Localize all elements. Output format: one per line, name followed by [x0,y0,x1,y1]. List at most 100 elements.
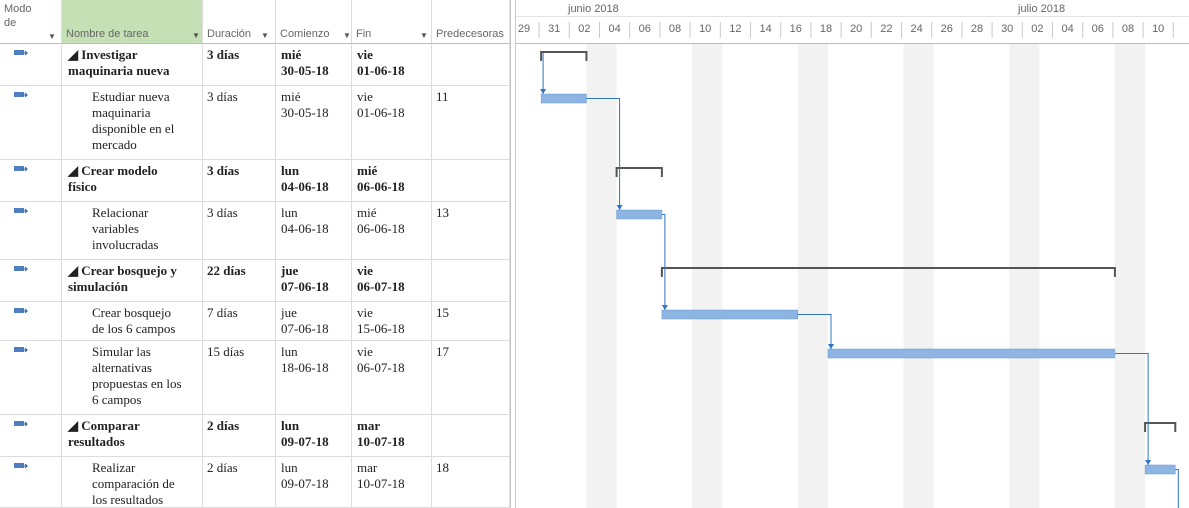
task-bar [616,209,663,220]
cell-mode[interactable] [0,86,62,159]
task-row[interactable]: Estudiar nueva maquinaria disponible en el… [0,86,510,160]
weekend-shade [1009,44,1040,508]
cell-finish[interactable]: vie 01-06-18 [352,44,432,85]
column-header-name[interactable]: Nombre de tarea ▼ [62,0,203,44]
cell-text: 11 [436,89,449,104]
cell-finish[interactable]: mié 06-06-18 [352,202,432,259]
task-row[interactable]: ◢ Investigar maquinaria nueva 3 días mié 30-… [0,44,510,86]
cell-finish[interactable]: vie 15-06-18 [352,302,432,340]
auto-schedule-icon [14,50,28,56]
cell-text: simulación [68,279,128,294]
cell-mode[interactable] [0,302,62,340]
cell-mode[interactable] [0,415,62,456]
cell-predecessors[interactable]: 18 [432,457,510,507]
cell-predecessors[interactable] [432,415,510,456]
task-row[interactable]: Relacionar variables involucradas 3 días lun… [0,202,510,260]
cell-finish[interactable]: vie 01-06-18 [352,86,432,159]
cell-name[interactable]: ◢ Comparar resultados [62,415,203,456]
cell-text: 30-05-18 [281,105,329,120]
cell-name[interactable]: Simular las alternativas propuestas en los… [62,341,203,414]
column-header-predecessors[interactable]: Predecesoras [432,0,510,44]
cell-finish[interactable]: vie 06-07-18 [352,260,432,301]
cell-duration[interactable]: 3 días [203,44,276,85]
cell-duration[interactable]: 22 días [203,260,276,301]
cell-start[interactable]: lun 09-07-18 [276,415,352,456]
task-row[interactable]: Realizar comparación de los resultados 2 dí… [0,457,510,508]
cell-text: lun [281,460,298,475]
filter-dropdown-icon[interactable]: ▼ [48,32,56,41]
cell-predecessors[interactable]: 15 [432,302,510,340]
column-header-label: de [4,17,17,29]
task-row[interactable]: Crear bosquejo de los 6 campos 7 días jue 07… [0,302,510,341]
cell-name[interactable]: Crear bosquejo de los 6 campos [62,302,203,340]
cell-text: mié [281,47,302,62]
task-row[interactable]: Simular las alternativas propuestas en los… [0,341,510,415]
column-header-mode[interactable]: Modo de ▼ [0,0,62,44]
task-row[interactable]: ◢ Comparar resultados 2 días lun 09-07-18 mar… [0,415,510,457]
cell-name[interactable]: Relacionar variables involucradas [62,202,203,259]
filter-dropdown-icon[interactable]: ▼ [420,31,428,40]
task-row[interactable]: ◢ Crear bosquejo y simulación 22 días jue 07… [0,260,510,302]
cell-text: lun [281,418,300,433]
weekend-shade [692,44,723,508]
cell-start[interactable]: jue 07-06-18 [276,302,352,340]
cell-duration[interactable]: 3 días [203,160,276,201]
cell-duration[interactable]: 3 días [203,86,276,159]
cell-name[interactable]: Realizar comparación de los resultados [62,457,203,507]
cell-name[interactable]: ◢ Crear modelo físico [62,160,203,201]
cell-start[interactable]: jue 07-06-18 [276,260,352,301]
cell-text: propuestas en los [92,376,182,391]
cell-predecessors[interactable] [432,44,510,85]
cell-text: 06-07-18 [357,279,405,294]
cell-predecessors[interactable] [432,260,510,301]
cell-duration[interactable]: 15 días [203,341,276,414]
cell-name[interactable]: Estudiar nueva maquinaria disponible en el… [62,86,203,159]
cell-duration[interactable]: 3 días [203,202,276,259]
cell-start[interactable]: lun 09-07-18 [276,457,352,507]
cell-start[interactable]: mié 30-05-18 [276,86,352,159]
task-row[interactable]: ◢ Crear modelo físico 3 días lun 04-06-18 mié… [0,160,510,202]
cell-text: 2 días [207,418,240,433]
filter-dropdown-icon[interactable]: ▼ [261,31,269,40]
filter-dropdown-icon[interactable]: ▼ [343,31,351,40]
cell-duration[interactable]: 2 días [203,415,276,456]
filter-dropdown-icon[interactable]: ▼ [192,31,200,40]
cell-predecessors[interactable]: 11 [432,86,510,159]
column-header-finish[interactable]: Fin ▼ [352,0,432,44]
cell-duration[interactable]: 7 días [203,302,276,340]
cell-name[interactable]: ◢ Investigar maquinaria nueva [62,44,203,85]
cell-text: 09-07-18 [281,434,329,449]
cell-mode[interactable] [0,160,62,201]
cell-mode[interactable] [0,202,62,259]
day-tick-label: 08 [669,23,681,35]
cell-duration[interactable]: 2 días [203,457,276,507]
column-header-start[interactable]: Comienzo ▼ [276,0,352,44]
cell-predecessors[interactable]: 17 [432,341,510,414]
dependency-link [661,214,666,310]
cell-finish[interactable]: mar 10-07-18 [352,457,432,507]
day-tick-label: 12 [729,23,741,35]
cell-mode[interactable] [0,260,62,301]
cell-text: comparación de [92,476,175,491]
day-tick-label: 04 [1061,23,1073,35]
cell-start[interactable]: mié 30-05-18 [276,44,352,85]
cell-predecessors[interactable]: 13 [432,202,510,259]
day-tick-label: 06 [639,23,651,35]
cell-start[interactable]: lun 04-06-18 [276,202,352,259]
cell-predecessors[interactable] [432,160,510,201]
cell-name[interactable]: ◢ Crear bosquejo y simulación [62,260,203,301]
cell-finish[interactable]: mié 06-06-18 [352,160,432,201]
cell-mode[interactable] [0,341,62,414]
cell-finish[interactable]: mar 10-07-18 [352,415,432,456]
cell-finish[interactable]: vie 06-07-18 [352,341,432,414]
dependency-arrow-icon [1145,460,1152,465]
dependency-arrow-icon [540,89,547,94]
weekend-shade [1114,44,1146,508]
column-header-duration[interactable]: Duración ▼ [203,0,276,44]
cell-mode[interactable] [0,457,62,507]
gantt-chart: junio 2018 julio 2018 29 31 02 04 06 08 10 12 14 16… [516,0,1189,508]
cell-text: 6 campos [92,392,142,407]
cell-start[interactable]: lun 18-06-18 [276,341,352,414]
cell-mode[interactable] [0,44,62,85]
cell-start[interactable]: lun 04-06-18 [276,160,352,201]
